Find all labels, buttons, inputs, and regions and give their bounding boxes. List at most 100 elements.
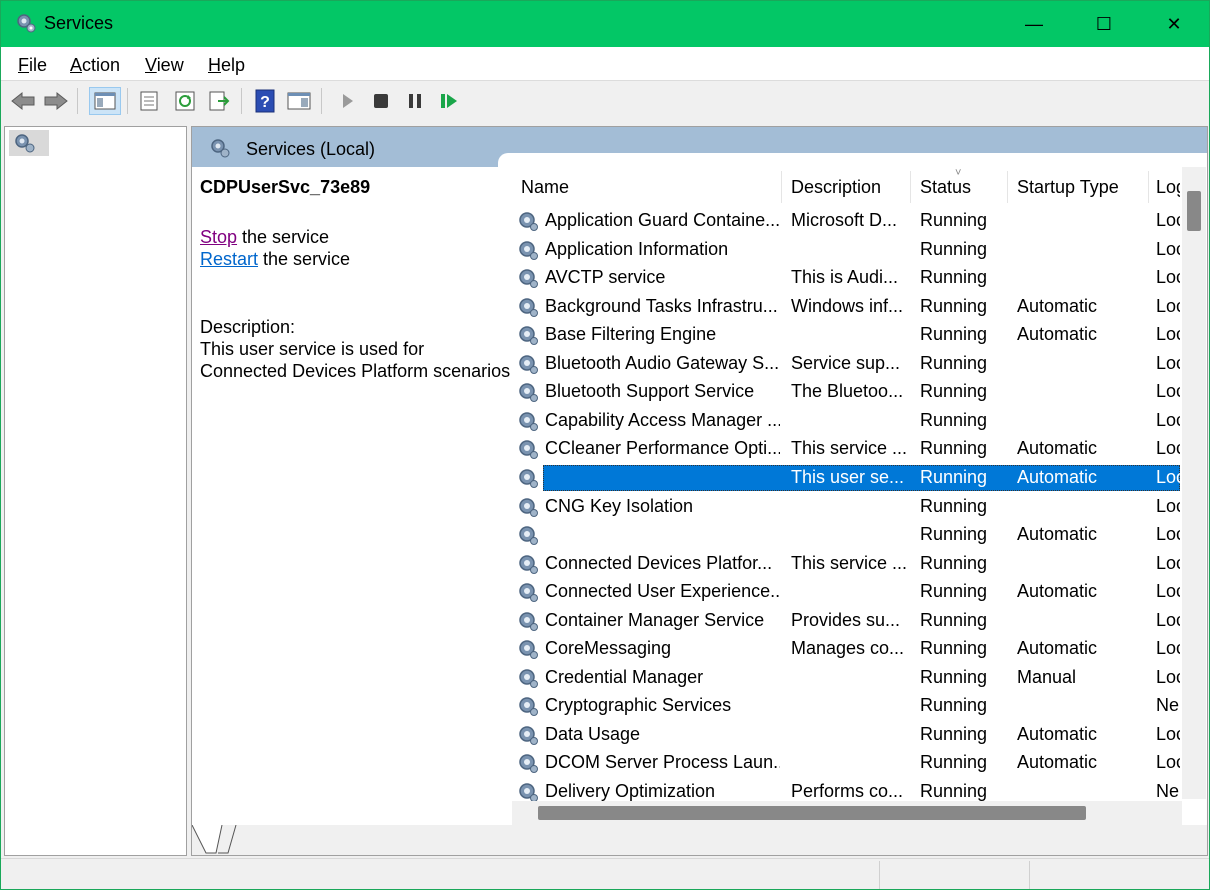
service-gear-icon	[517, 267, 539, 289]
cell-status: Running	[920, 695, 988, 716]
table-row[interactable]: Base Filtering Engine Running Automatic Loc	[512, 321, 1180, 350]
cell-startup-type: Automatic	[1017, 723, 1098, 744]
column-divider[interactable]	[910, 171, 911, 203]
start-service-icon	[343, 94, 353, 108]
cell-startup-type: Automatic	[1017, 581, 1098, 602]
cell-name: DCOM Server Process Laun...	[545, 752, 780, 773]
table-row[interactable]: Cryptographic Services Running Ne	[512, 692, 1180, 721]
column-header-startup-type[interactable]: Startup Type	[1017, 167, 1147, 205]
cell-description: Manages co...	[791, 638, 905, 659]
table-row[interactable]: Credential Manager Running Manual Loc	[512, 664, 1180, 693]
table-row[interactable]: CCleaner Performance Opti... This service…	[512, 435, 1180, 464]
close-button[interactable]: ✕	[1139, 1, 1209, 47]
cell-startup-type: Automatic	[1017, 638, 1098, 659]
refresh-button[interactable]	[171, 87, 199, 115]
cell-status: Running	[920, 324, 988, 345]
services-list[interactable]: Name Description ˅ Status Startup Type L…	[512, 167, 1180, 801]
table-row[interactable]: Container Manager Service Provides su... R…	[512, 607, 1180, 636]
cell-description: Microsoft D...	[791, 210, 898, 230]
stop-action-line: Stop the service	[200, 227, 329, 248]
forward-button[interactable]	[42, 87, 70, 115]
header-tab-edge	[498, 153, 1207, 167]
service-gear-icon	[517, 324, 539, 346]
horizontal-scrollbar[interactable]	[512, 801, 1182, 825]
description-text-line1: This user service is used for	[200, 339, 425, 359]
vertical-scrollbar[interactable]	[1182, 167, 1206, 799]
column-header-status[interactable]: Status	[920, 167, 1005, 205]
stop-service-button[interactable]	[367, 87, 395, 115]
properties-button[interactable]	[135, 87, 163, 115]
restart-service-link[interactable]: Restart	[200, 249, 258, 269]
cell-name: Cryptographic Services	[545, 695, 732, 716]
help-button[interactable]: ?	[251, 87, 279, 115]
back-button[interactable]	[9, 87, 37, 115]
cell-name: Delivery Optimization	[545, 781, 716, 801]
cell-startup-type: Manual	[1017, 666, 1077, 687]
services-window: Services — ☐ ✕ File Action View Help ? S…	[0, 0, 1210, 890]
table-row[interactable]: Bluetooth Audio Gateway S... Service sup.…	[512, 350, 1180, 379]
maximize-button[interactable]: ☐	[1069, 1, 1139, 47]
status-separator	[879, 861, 880, 889]
status-bar	[1, 858, 1209, 889]
menu-action[interactable]: Action	[70, 55, 120, 76]
resume-service-button[interactable]	[435, 87, 463, 115]
table-row[interactable]: Connected User Experience... Running Autom…	[512, 578, 1180, 607]
minimize-button[interactable]: —	[999, 1, 1069, 47]
table-row[interactable]: Capability Access Manager ... Running Loc	[512, 407, 1180, 436]
show-hide-console-tree-button[interactable]	[89, 87, 121, 115]
minimize-icon: —	[1025, 13, 1043, 34]
table-row[interactable]: Application Guard Containe... Microsoft D…	[512, 207, 1180, 236]
column-divider[interactable]	[781, 171, 782, 203]
horizontal-scroll-thumb[interactable]	[538, 806, 1086, 820]
cell-description: Service sup...	[791, 352, 901, 373]
service-gear-icon	[517, 524, 539, 546]
export-list-button[interactable]	[205, 87, 233, 115]
cell-name: CNG Key Isolation	[545, 495, 694, 516]
services-gear-icon	[15, 134, 35, 153]
cell-name: Capability Access Manager ...	[545, 409, 780, 430]
console-tree[interactable]	[4, 126, 187, 856]
cell-log-on-as: Loc	[1156, 352, 1180, 373]
restart-action-line: Restart the service	[200, 249, 350, 270]
menu-view[interactable]: View	[145, 55, 184, 76]
cell-name: Application Information	[545, 238, 729, 259]
table-row[interactable]: Data Usage Running Automatic Loc	[512, 721, 1180, 750]
table-row[interactable]: CoreMessaging Manages co... Running Automat…	[512, 635, 1180, 664]
table-row[interactable]: DCOM Server Process Laun... Running Automa…	[512, 749, 1180, 778]
table-row[interactable]: CNG Key Isolation Running Loc	[512, 493, 1180, 522]
table-row[interactable]: Application Information Running Loc	[512, 236, 1180, 265]
service-gear-icon	[517, 553, 539, 575]
stop-service-link[interactable]: Stop	[200, 227, 237, 247]
cell-log-on-as: Loc	[1156, 723, 1180, 744]
table-row[interactable]: AVCTP service This is Audi... Running Loc	[512, 264, 1180, 293]
show-action-pane-button[interactable]	[285, 87, 313, 115]
table-row[interactable]: Running Automatic Loc	[512, 521, 1180, 550]
cell-log-on-as: Ne	[1156, 695, 1180, 716]
table-row[interactable]: Bluetooth Support Service The Bluetoo... R…	[512, 378, 1180, 407]
column-divider[interactable]	[1148, 171, 1149, 203]
table-row[interactable]: Delivery Optimization Performs co... Runni…	[512, 778, 1180, 801]
service-gear-icon	[517, 781, 539, 801]
cell-status: Running	[920, 438, 988, 459]
properties-icon	[140, 91, 158, 111]
extended-tab-icon[interactable]	[192, 825, 252, 855]
table-row-selected[interactable]: This user se... Running Automatic Loc	[512, 464, 1180, 493]
title-bar[interactable]: Services — ☐ ✕	[1, 1, 1209, 47]
cell-log-on-as: Loc	[1156, 581, 1180, 602]
vertical-scroll-thumb[interactable]	[1187, 191, 1201, 231]
column-header-log-on-as[interactable]: Log	[1156, 167, 1180, 205]
pause-service-button[interactable]	[401, 87, 429, 115]
start-service-button[interactable]	[333, 87, 361, 115]
service-gear-icon	[517, 581, 539, 603]
cell-status: Running	[920, 638, 988, 659]
menu-file[interactable]: File	[18, 55, 47, 76]
menu-help[interactable]: Help	[208, 55, 245, 76]
table-row[interactable]: Background Tasks Infrastru... Windows inf…	[512, 293, 1180, 322]
column-divider[interactable]	[1007, 171, 1008, 203]
column-header-name[interactable]: Name	[521, 167, 776, 205]
table-row[interactable]: Connected Devices Platfor... This service…	[512, 550, 1180, 579]
tree-node-services-local[interactable]	[9, 130, 49, 156]
column-header-description[interactable]: Description	[791, 167, 906, 205]
service-gear-icon	[517, 381, 539, 403]
menu-bar: File Action View Help	[1, 47, 1209, 81]
